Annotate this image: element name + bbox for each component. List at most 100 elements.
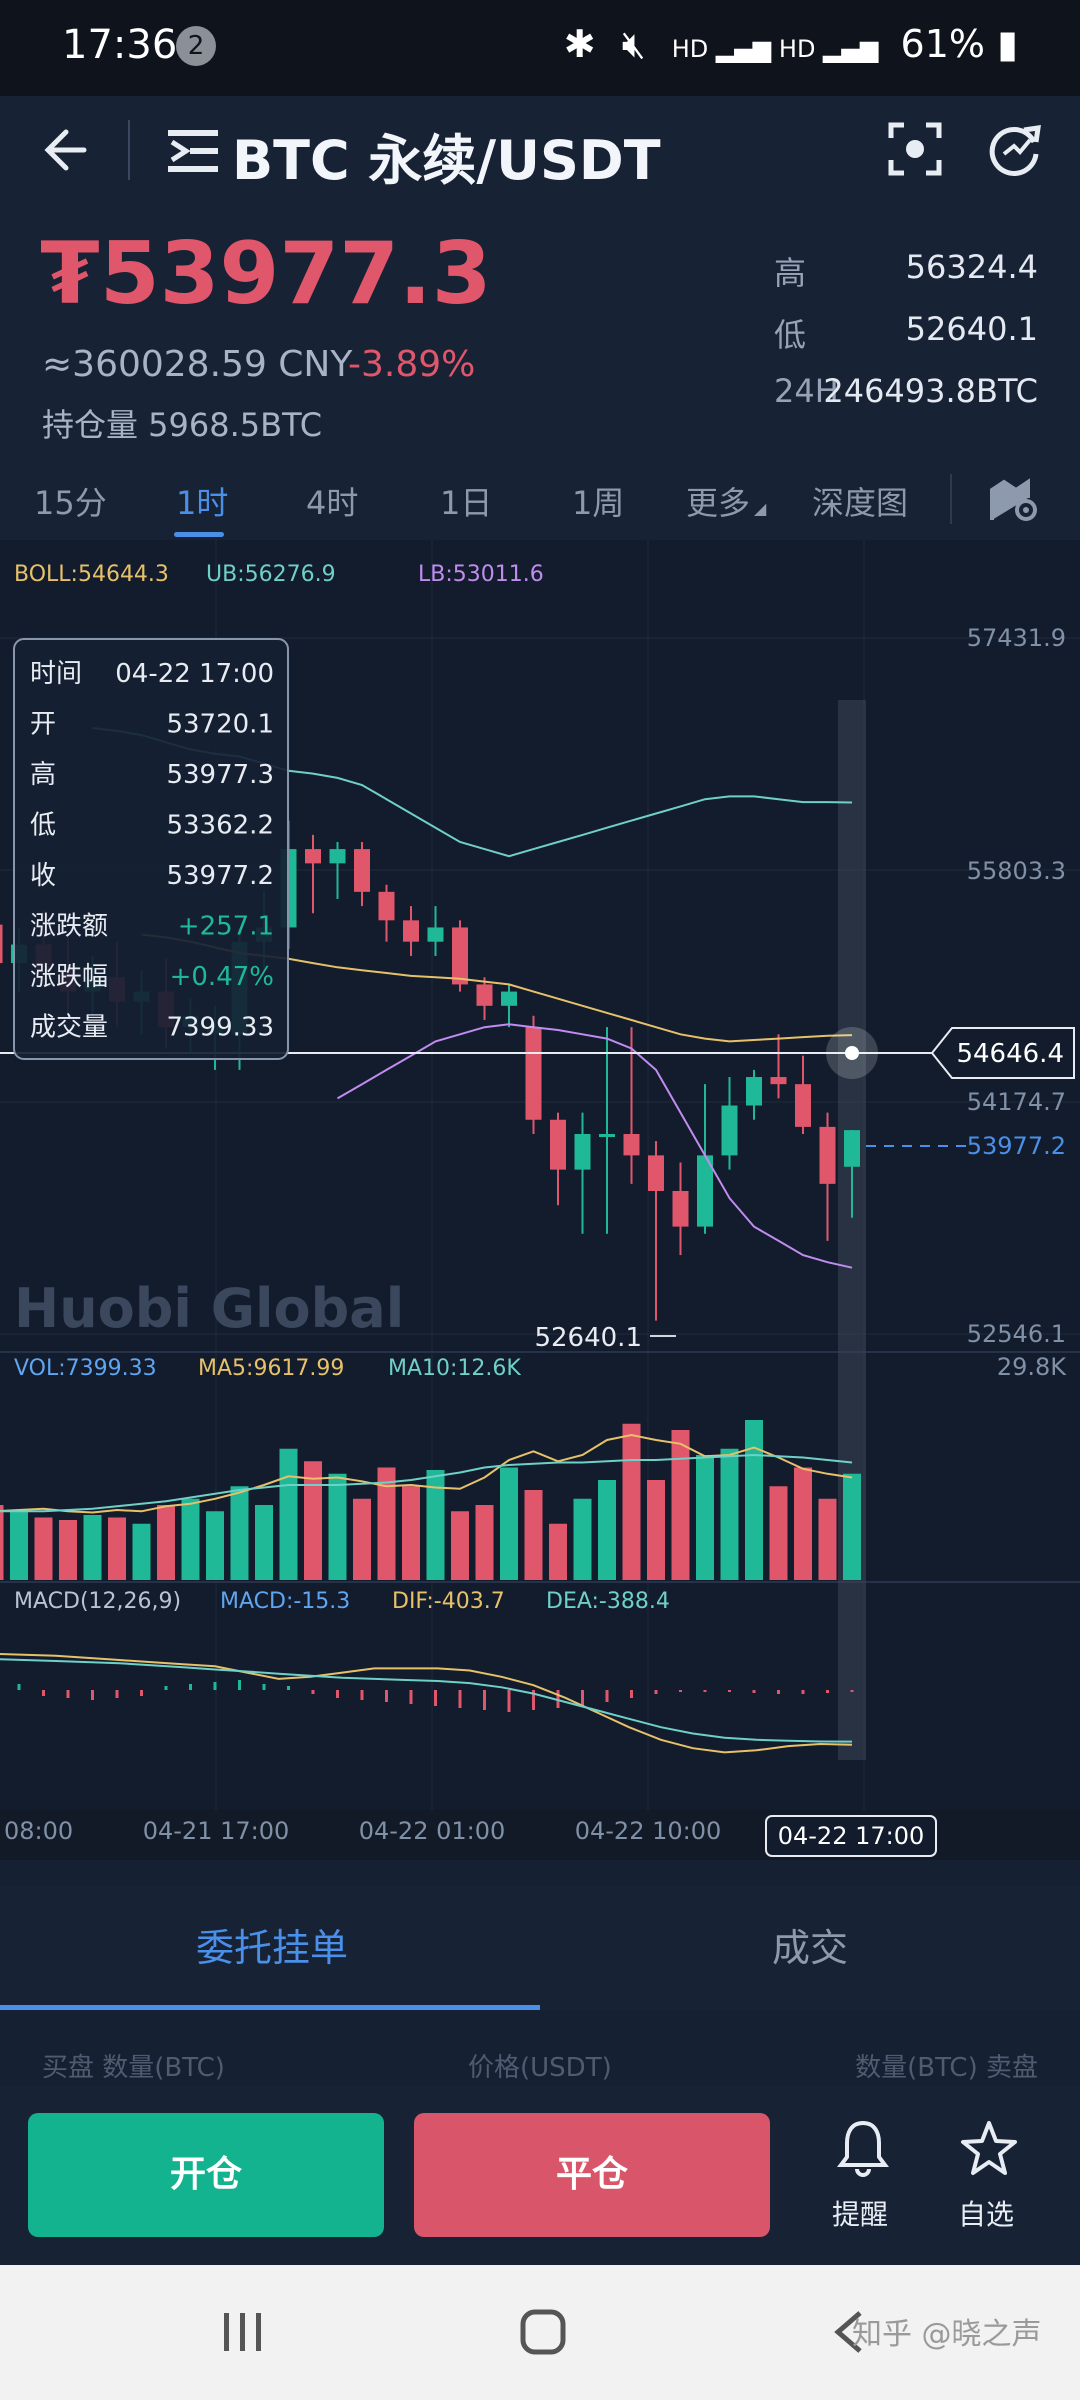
- macd-hist-20: [409, 1690, 413, 1704]
- candle-body-37: [819, 1126, 836, 1184]
- volume-bar-34: [720, 1448, 739, 1580]
- volume-bar-29: [598, 1480, 616, 1580]
- volume-bar-38: [818, 1498, 837, 1580]
- kline-chart[interactable]: BOLL:54644.3 UB:56276.9 LB:53011.6 Huobi…: [0, 540, 1080, 1860]
- candle-body-33: [721, 1105, 738, 1156]
- volume-bar-24: [475, 1505, 494, 1580]
- tab-order-book[interactable]: 委托挂单: [196, 1917, 348, 1972]
- candle-body-36: [795, 1084, 811, 1127]
- status-icons: ✱ 🔇︎ HD ▂▄▆ HD ▂▄▆ 61% ▮: [564, 22, 1018, 67]
- battery-percent: 61%: [900, 22, 985, 66]
- tab-active-indicator: [174, 532, 224, 537]
- macd-value: MACD:-15.3: [220, 1589, 350, 1614]
- open-position-button[interactable]: 开仓: [28, 2113, 384, 2237]
- candle-body-22: [452, 927, 468, 985]
- volume-bar-33: [696, 1455, 714, 1580]
- header-divider: [128, 120, 130, 180]
- order-col-price: 价格(USDT): [468, 2053, 612, 2083]
- macd-hist-30: [654, 1690, 658, 1694]
- signal-icon: HD ▂▄▆ HD ▂▄▆: [671, 35, 879, 63]
- volume-bar-11: [157, 1505, 175, 1580]
- order-tab-indicator: [0, 2005, 540, 2010]
- ticker-panel: ₮53977.3 ≈360028.59 CNY -3.89% 持仓量 5968.…: [0, 204, 1080, 460]
- macd-hist-13: [238, 1680, 241, 1690]
- macd-hist-21: [434, 1690, 437, 1706]
- x-tick-1: 08:00: [4, 1817, 73, 1845]
- crosshair-value: 54646.4: [956, 1039, 1064, 1069]
- candle-body-16: [305, 849, 321, 864]
- cny-price: ≈360028.59 CNY: [42, 344, 353, 385]
- favorite-button[interactable]: 自选: [944, 2119, 1034, 2239]
- tooltip-value-2: 53977.3: [166, 760, 274, 790]
- macd-hist-16: [311, 1690, 315, 1694]
- macd-title: MACD(12,26,9): [14, 1589, 181, 1614]
- x-crosshair-label: 04-22 17:00: [778, 1822, 925, 1850]
- recent-apps-icon[interactable]: [222, 2311, 264, 2353]
- macd-hist-22: [458, 1690, 462, 1708]
- macd-hist-36: [801, 1690, 805, 1694]
- chart-settings-icon[interactable]: [990, 476, 1038, 522]
- tabs-divider: [950, 474, 952, 524]
- volume-bar-7: [59, 1520, 77, 1580]
- order-header-row: 买盘 数量(BTC) 价格(USDT) 数量(BTC) 卖盘: [0, 2011, 1080, 2085]
- macd-hist-7: [91, 1690, 94, 1700]
- tab-depth-chart[interactable]: 深度图: [812, 478, 908, 524]
- tab-1h[interactable]: 1时: [176, 478, 228, 524]
- y-tick-2: 55803.3: [967, 857, 1066, 885]
- tooltip-label-0: 时间: [30, 659, 82, 689]
- tab-1d[interactable]: 1日: [440, 478, 492, 524]
- last-price: ₮53977.3: [40, 224, 492, 324]
- tab-trades[interactable]: 成交: [772, 1917, 848, 1972]
- back-arrow-icon[interactable]: [38, 122, 94, 178]
- candle-body-20: [403, 920, 419, 942]
- tab-more[interactable]: 更多 ◢: [686, 478, 766, 524]
- vol-ma5-label: MA5:9617.99: [198, 1356, 344, 1381]
- volume-bar-14: [230, 1486, 249, 1580]
- macd-hist-14: [262, 1684, 266, 1690]
- y-tick-1: 57431.9: [967, 624, 1066, 652]
- price-change-percent: -3.89%: [348, 344, 476, 385]
- volume-bar-21: [402, 1486, 420, 1580]
- x-tick-2: 04-21 17:00: [143, 1817, 290, 1845]
- volume-bar-36: [769, 1486, 788, 1580]
- macd-hist-33: [728, 1690, 731, 1692]
- macd-hist-38: [850, 1690, 854, 1692]
- volume-bar-5: [10, 1511, 28, 1580]
- min-price-label: 52640.1: [534, 1323, 642, 1353]
- candle-body-28: [599, 1134, 615, 1138]
- volume-bar-18: [328, 1473, 347, 1580]
- menu-list-icon[interactable]: [168, 128, 218, 174]
- macd-hist-15: [287, 1686, 290, 1690]
- notification-count-badge: 2: [176, 26, 216, 66]
- macd-hist-31: [679, 1690, 682, 1692]
- macd-hist-10: [164, 1686, 168, 1690]
- macd-hist-19: [385, 1690, 388, 1702]
- tab-1w[interactable]: 1周: [572, 478, 624, 524]
- y-tick-4: 52546.1: [967, 1320, 1066, 1348]
- close-position-button[interactable]: 平仓: [414, 2113, 770, 2237]
- vol-axis-max: 29.8K: [997, 1353, 1067, 1381]
- macd-hist-4: [17, 1684, 21, 1690]
- lb-label: LB:53011.6: [418, 562, 544, 587]
- macd-hist-27: [581, 1690, 584, 1706]
- alert-button[interactable]: 提醒: [818, 2119, 908, 2239]
- tooltip-label-7: 成交量: [30, 1013, 108, 1043]
- candle-body-23: [476, 984, 493, 1006]
- candle-body-25: [525, 1027, 542, 1120]
- tab-more-label: 更多: [686, 484, 751, 522]
- home-icon[interactable]: [520, 2309, 566, 2355]
- tooltip-value-5: +257.1: [178, 912, 274, 942]
- crosshair-dot: [845, 1046, 859, 1060]
- tooltip-label-3: 低: [30, 811, 56, 841]
- macd-hist-5: [42, 1690, 45, 1696]
- macd-hist-29: [630, 1690, 633, 1698]
- footer-watermark: 知乎 @晓之声: [852, 2317, 1042, 2352]
- candle-body-29: [623, 1134, 640, 1156]
- low-value: 52640.1: [905, 310, 1038, 348]
- volume-bar-28: [573, 1498, 592, 1580]
- candle-body-31: [672, 1190, 689, 1227]
- screenshot-icon[interactable]: [888, 122, 942, 176]
- tab-15m[interactable]: 15分: [34, 478, 107, 524]
- refresh-icon[interactable]: [986, 120, 1044, 178]
- tab-4h[interactable]: 4时: [306, 478, 358, 524]
